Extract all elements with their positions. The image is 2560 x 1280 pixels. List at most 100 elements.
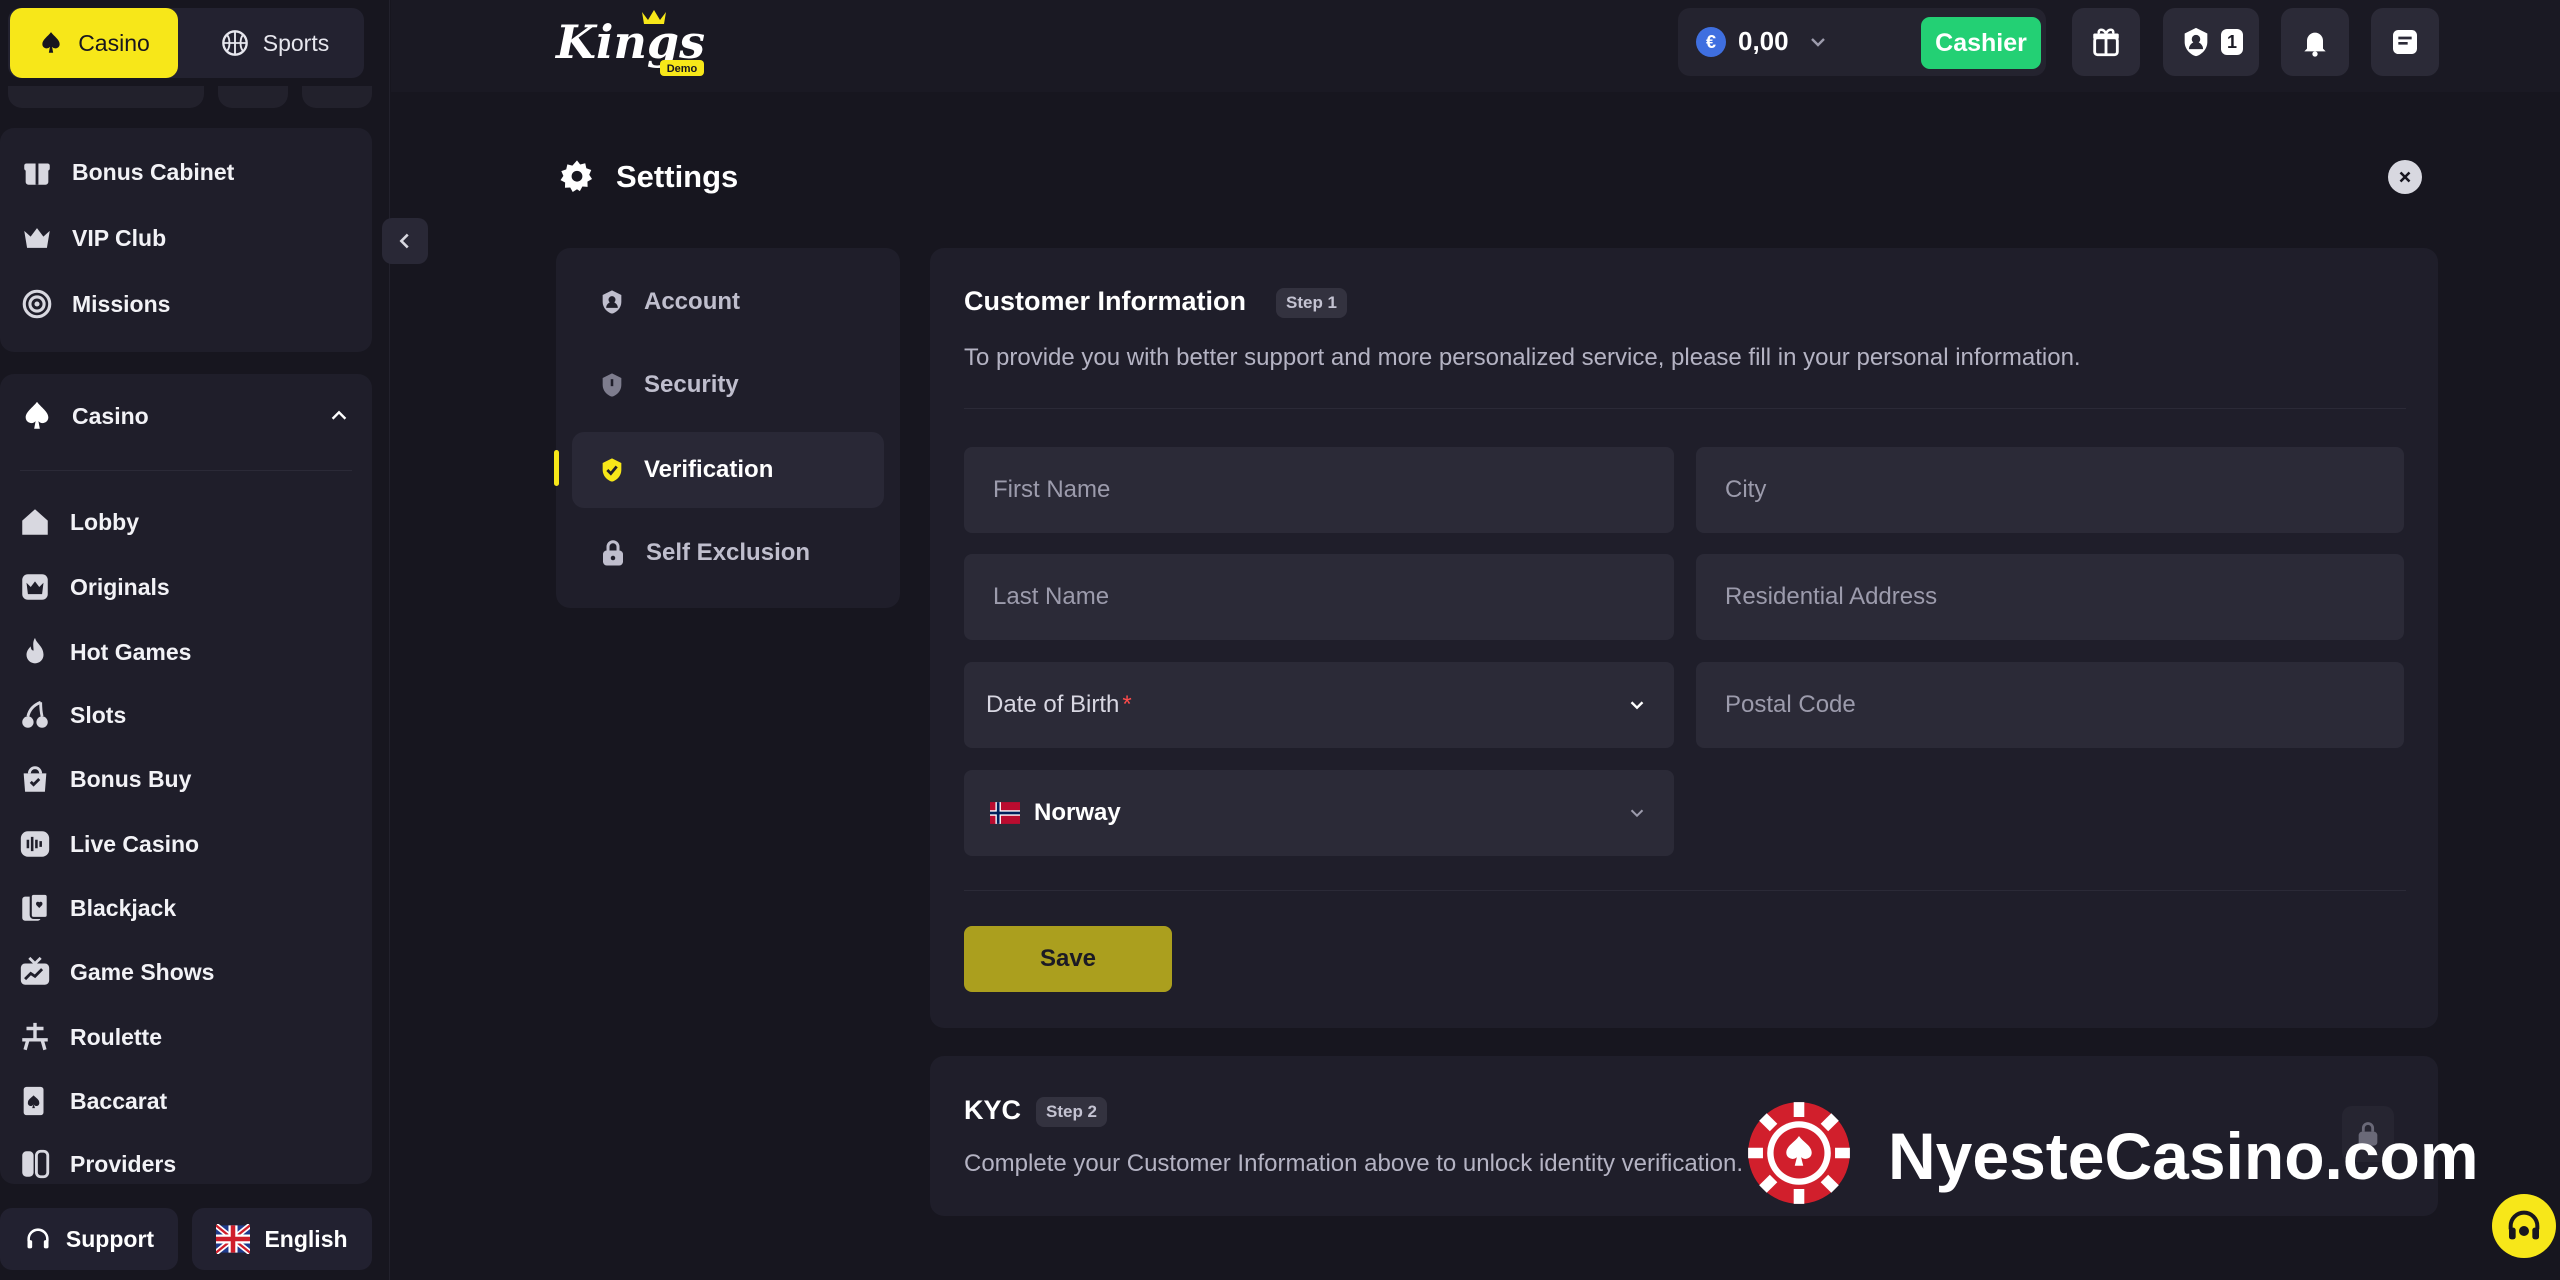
sidebar-section-casino[interactable]: Casino (20, 394, 350, 438)
watermark-text: NyesteCasino.com (1888, 1119, 2479, 1193)
support-button[interactable]: Support (0, 1208, 178, 1270)
settings-header: Settings (558, 158, 738, 196)
euro-coin-icon: € (1696, 27, 1726, 57)
collapsed-row (0, 86, 372, 108)
city-field[interactable]: City (1696, 447, 2404, 533)
kyc-description: Complete your Customer Information above… (964, 1150, 1744, 1177)
sidebar-item-label: Roulette (70, 1023, 162, 1050)
sidebar-collapse-button[interactable] (382, 218, 428, 264)
active-tab-indicator (554, 450, 559, 486)
support-label: Support (65, 1225, 155, 1252)
postal-code-placeholder: Postal Code (1725, 691, 1856, 718)
sidebar-item-game-shows[interactable]: Game Shows (18, 950, 214, 994)
sidebar-item-bonus-cabinet[interactable]: Bonus Cabinet (20, 150, 234, 194)
cards-icon (22, 892, 49, 921)
cashier-button[interactable]: Cashier (1921, 17, 2041, 69)
sidebar-promo-panel: Bonus Cabinet VIP Club Missions (0, 128, 372, 352)
sidebar-item-label: VIP Club (72, 224, 167, 251)
balance-amount: 0,00 (1738, 26, 1789, 56)
gift-icon (2093, 28, 2119, 57)
close-icon (2399, 171, 2411, 183)
city-placeholder: City (1725, 476, 1767, 503)
sidebar-item-label: Lobby (70, 508, 139, 535)
user-shield-icon (2184, 27, 2208, 57)
kings-logo[interactable]: Kings Demo (554, 6, 714, 78)
crown-icon (24, 228, 50, 248)
save-button[interactable]: Save (964, 926, 1172, 992)
language-button[interactable]: English (192, 1208, 372, 1270)
shield-check-icon (602, 458, 622, 482)
support-chat-fab[interactable] (2492, 1194, 2556, 1258)
gift-icon (24, 163, 50, 185)
tab-account[interactable]: Account (572, 264, 884, 340)
chevron-down-icon (1630, 809, 1644, 818)
tab-label: Security (644, 371, 739, 398)
user-icon (602, 290, 622, 314)
dob-label: Date of Birth (986, 691, 1120, 718)
sidebar-section-label: Casino (72, 402, 149, 429)
step-badge: Step 1 (1276, 288, 1348, 318)
sidebar-item-bonus-buy[interactable]: Bonus Buy (18, 757, 191, 801)
tab-security[interactable]: Security (572, 347, 884, 423)
sidebar-item-lobby[interactable]: Lobby (18, 500, 139, 544)
sidebar-item-label: Hot Games (70, 638, 192, 665)
sidebar-item-vip-club[interactable]: VIP Club (20, 216, 166, 260)
last-name-field[interactable]: Last Name (964, 554, 1674, 640)
headset-icon (2508, 1210, 2540, 1240)
sidebar-item-label: Baccarat (70, 1087, 168, 1114)
sidebar-item-roulette[interactable]: Roulette (18, 1015, 162, 1059)
bell-icon (2304, 32, 2326, 57)
sidebar-item-providers[interactable]: Providers (18, 1142, 176, 1186)
language-label: English (264, 1225, 348, 1252)
sidebar: Casino Sports Bonus Cabinet VIP Club Mis… (0, 0, 390, 1280)
sidebar-item-live-casino[interactable]: Live Casino (18, 822, 199, 866)
sidebar-item-label: Slots (70, 701, 127, 728)
sidebar-item-missions[interactable]: Missions (20, 282, 170, 326)
product-switch: Casino Sports (8, 8, 364, 78)
sidebar-casino-panel: Casino Lobby Originals Hot Games Slots B… (0, 374, 372, 1184)
providers-icon (22, 1149, 50, 1179)
country-value: Norway (1034, 799, 1121, 826)
rewards-button[interactable] (2072, 8, 2140, 76)
sports-tab[interactable]: Sports (188, 8, 362, 78)
sidebar-item-label: Blackjack (70, 894, 177, 921)
close-button[interactable] (2388, 160, 2422, 194)
profile-button[interactable]: 1 (2163, 8, 2259, 76)
roulette-icon (22, 1022, 48, 1051)
address-placeholder: Residential Address (1725, 583, 1938, 610)
divider (964, 890, 2406, 891)
shield-icon (602, 373, 622, 397)
sports-tab-label: Sports (262, 29, 330, 56)
chevron-down-icon (1630, 701, 1644, 710)
lock-icon (603, 540, 623, 566)
divider (964, 408, 2406, 409)
tab-verification[interactable]: Verification (572, 432, 884, 508)
country-select[interactable]: Norway (964, 770, 1674, 856)
sidebar-item-baccarat[interactable]: Baccarat (18, 1079, 167, 1123)
casino-tab[interactable]: Casino (10, 8, 178, 78)
chevron-left-icon (399, 233, 409, 249)
tab-self-exclusion[interactable]: Self Exclusion (572, 515, 884, 591)
sidebar-item-slots[interactable]: Slots (18, 693, 126, 737)
sidebar-item-originals[interactable]: Originals (18, 565, 170, 609)
tab-label: Verification (644, 456, 774, 483)
first-name-field[interactable]: First Name (964, 447, 1674, 533)
sidebar-item-hot-games[interactable]: Hot Games (18, 630, 191, 674)
notifications-button[interactable] (2281, 8, 2349, 76)
spade-icon (42, 32, 60, 53)
tab-label: Account (644, 288, 740, 315)
sidebar-item-blackjack[interactable]: Blackjack (18, 886, 176, 930)
card-icon (23, 1086, 44, 1116)
tv-icon (20, 956, 50, 985)
residential-address-field[interactable]: Residential Address (1696, 554, 2404, 640)
step-badge: Step 2 (1036, 1097, 1108, 1127)
chevron-up-icon (331, 410, 347, 420)
flame-icon (26, 637, 44, 664)
profile-count-badge: 1 (2221, 29, 2243, 55)
last-name-placeholder: Last Name (993, 583, 1110, 610)
chat-button[interactable] (2371, 8, 2439, 76)
crown-icon (22, 574, 48, 600)
required-marker: * (1122, 691, 1132, 718)
date-of-birth-select[interactable]: Date of Birth * (964, 662, 1674, 748)
postal-code-field[interactable]: Postal Code (1696, 662, 2404, 748)
